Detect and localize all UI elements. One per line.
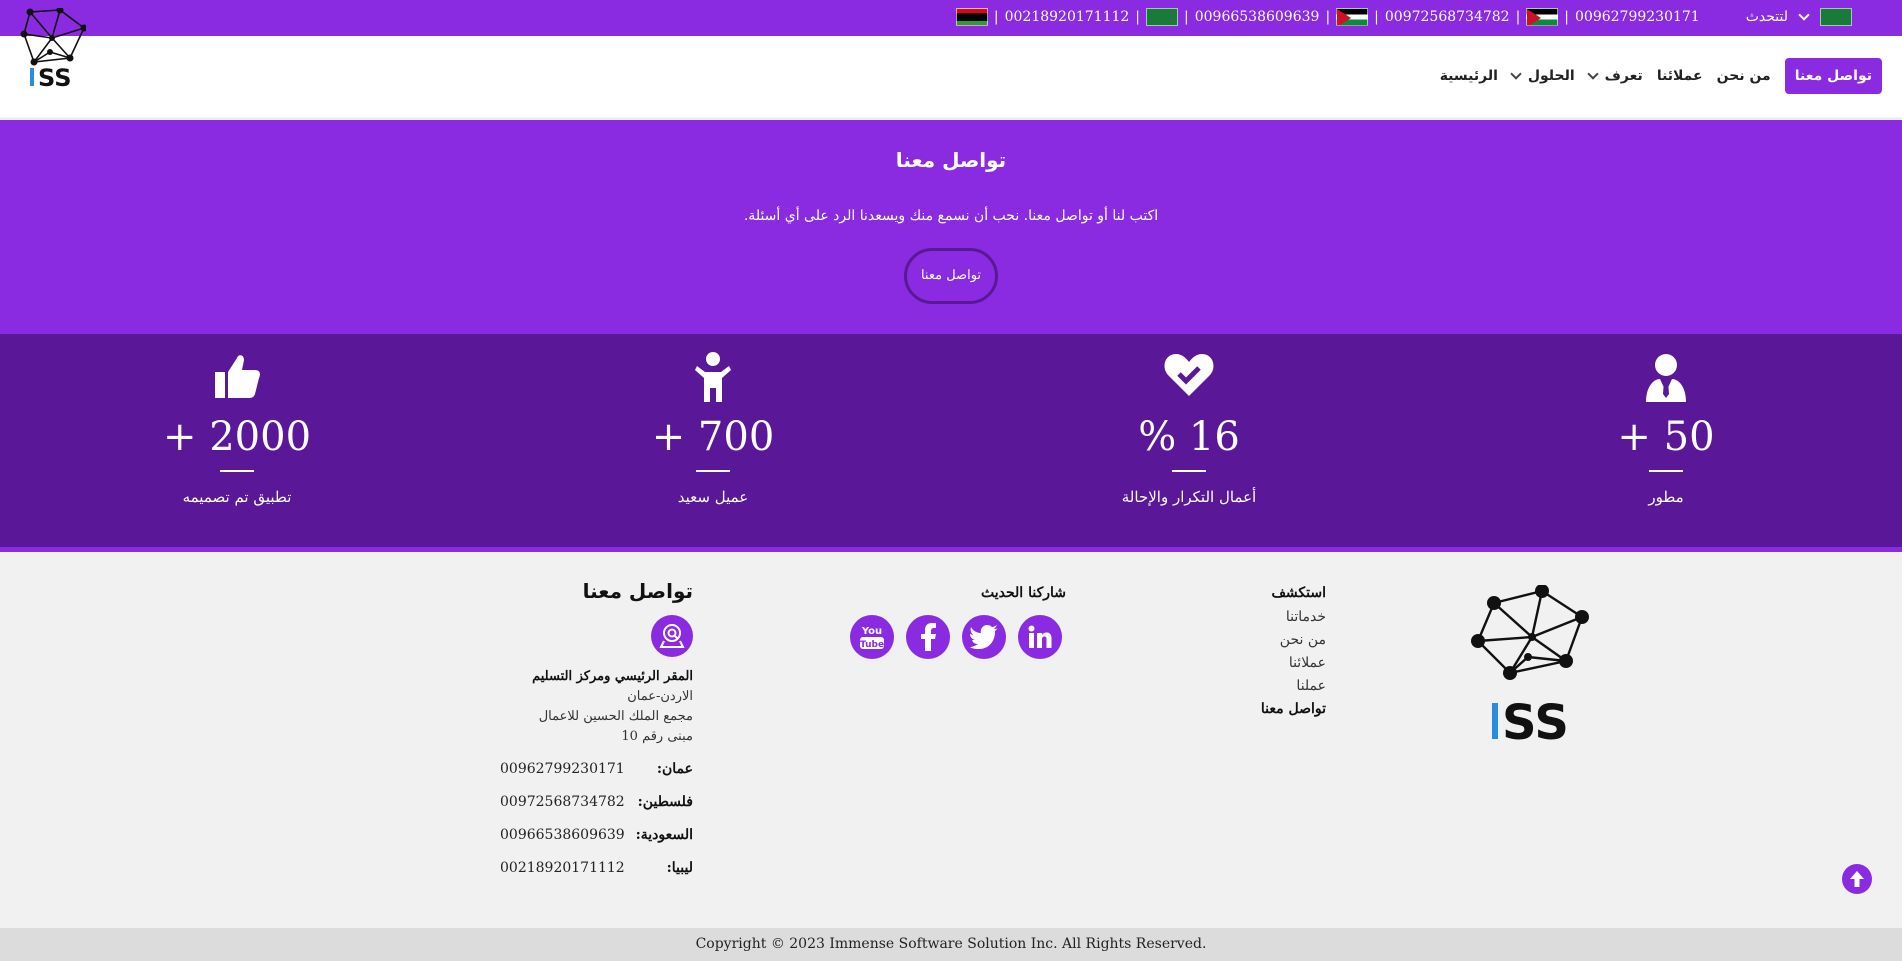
footer-contact: تواصل معنا المقر الرئيسي ومركز التسليم ا… — [500, 579, 693, 893]
linkedin-icon[interactable] — [1018, 615, 1062, 659]
nav-contact-button[interactable]: تواصل معنا — [1784, 58, 1882, 94]
address-title: المقر الرئيسي ومركز التسليم — [532, 669, 693, 684]
libya-flag-icon — [955, 8, 988, 26]
stat-value: % 16 — [1138, 414, 1240, 460]
phone-number[interactable]: 00966538609639 — [500, 827, 625, 843]
address-line: الاردن-عمان — [627, 689, 693, 704]
footer: SS استكشف خدماتنا من نحن عملائنا عملنا ت… — [0, 557, 1902, 928]
share-title: شاركنا الحديث — [981, 585, 1066, 601]
top-phones: لتتحدث 00962799230171 | | 00972568734782… — [955, 8, 1852, 26]
top-phone-jo[interactable]: 00962799230171 — [1575, 9, 1700, 25]
site-header: تواصل معنا من نحن عملائنا تعرف الحلول ال… — [0, 36, 1902, 120]
nav-solutions[interactable]: الحلول — [1510, 68, 1575, 84]
svg-text:Tube: Tube — [860, 640, 884, 650]
location-search-icon[interactable] — [651, 615, 693, 657]
nav-solutions-label: الحلول — [1527, 68, 1575, 84]
top-phone-ly[interactable]: 00218920171112 — [1005, 9, 1130, 25]
stat-repeat-business: % 16 أعمال التكرار والإحالة — [1089, 352, 1289, 506]
phone-number[interactable]: 00972568734782 — [500, 794, 625, 810]
chevron-down-icon — [1587, 68, 1599, 80]
footer-phones: عمان: 00962799230171 فلسطين: 00972568734… — [500, 761, 693, 893]
address-line: مبنى رقم 10 — [621, 729, 693, 744]
footer-link-contact[interactable]: تواصل معنا — [1261, 701, 1326, 717]
user-tie-icon — [1646, 354, 1686, 402]
chevron-down-icon[interactable] — [1798, 9, 1810, 21]
svg-text:SS: SS — [1502, 695, 1569, 745]
phone-row: فلسطين: 00972568734782 — [500, 794, 693, 827]
footer-link-work[interactable]: عملنا — [1261, 678, 1326, 694]
footer-contact-title: تواصل معنا — [582, 579, 693, 603]
contact-band-title: تواصل معنا — [895, 148, 1007, 172]
scroll-to-top-button[interactable] — [1842, 864, 1872, 894]
chevron-down-icon — [1510, 68, 1522, 80]
nav-about[interactable]: من نحن — [1717, 68, 1771, 84]
stat-developers: + 50 مطور — [1566, 352, 1766, 506]
youtube-icon[interactable]: You Tube — [850, 615, 894, 659]
palestine-flag-icon — [1336, 8, 1369, 26]
footer-link-clients[interactable]: عملائنا — [1261, 655, 1326, 671]
contact-band-button[interactable]: تواصل معنا — [904, 248, 998, 304]
stat-value: + 700 — [651, 414, 775, 460]
phone-row: عمان: 00962799230171 — [500, 761, 693, 794]
main-nav: تواصل معنا من نحن عملائنا تعرف الحلول ال… — [1440, 58, 1882, 94]
jordan-flag-icon — [1526, 8, 1559, 26]
phone-number[interactable]: 00218920171112 — [500, 860, 625, 876]
stat-label: عميل سعيد — [677, 488, 749, 506]
phone-country: ليبيا: — [666, 860, 693, 876]
stats-section: + 50 مطور % 16 أعمال التكرار والإحالة + … — [0, 334, 1902, 552]
stat-apps-designed: + 2000 تطبيق تم تصميمه — [137, 352, 337, 506]
stat-label: أعمال التكرار والإحالة — [1121, 488, 1257, 506]
footer-iss-logo[interactable]: SS — [1470, 585, 1590, 745]
svg-text:You: You — [861, 626, 882, 637]
address-line: مجمع الملك الحسين للاعمال — [538, 709, 693, 724]
footer-link-about[interactable]: من نحن — [1261, 632, 1326, 648]
stat-label: تطبيق تم تصميمه — [182, 488, 292, 506]
top-phone-ps[interactable]: 00972568734782 — [1385, 9, 1510, 25]
heart-check-icon — [1164, 354, 1214, 396]
explore-title: استكشف — [1271, 585, 1326, 601]
twitter-icon[interactable] — [962, 615, 1006, 659]
iss-logo[interactable]: SS — [20, 8, 86, 96]
nav-home[interactable]: الرئيسية — [1440, 68, 1498, 84]
thumbs-up-icon — [215, 355, 260, 398]
phone-row: السعودية: 00966538609639 — [500, 827, 693, 860]
arrow-up-icon — [1850, 871, 1864, 887]
nav-know[interactable]: تعرف — [1587, 68, 1643, 84]
top-bar: لتتحدث 00962799230171 | | 00972568734782… — [0, 0, 1902, 36]
contact-band: تواصل معنا اكتب لنا أو تواصل معنا. نحب أ… — [0, 120, 1902, 334]
facebook-icon[interactable] — [906, 615, 950, 659]
footer-share: شاركنا الحديث You Tube — [850, 585, 1066, 659]
phone-country: فلسطين: — [637, 794, 693, 810]
phone-number[interactable]: 00962799230171 — [500, 761, 625, 777]
footer-explore: استكشف خدماتنا من نحن عملائنا عملنا تواص… — [1261, 585, 1326, 724]
address-block: المقر الرئيسي ومركز التسليم الاردن-عمان … — [500, 667, 693, 747]
phone-country: السعودية: — [635, 827, 693, 843]
footer-link-services[interactable]: خدماتنا — [1261, 609, 1326, 625]
stat-value: + 2000 — [162, 414, 312, 460]
phone-row: ليبيا: 00218920171112 — [500, 860, 693, 893]
language-label[interactable]: لتتحدث — [1746, 9, 1788, 25]
top-phone-sa[interactable]: 00966538609639 — [1195, 9, 1320, 25]
contact-band-text: اكتب لنا أو تواصل معنا. نحب أن نسمع منك … — [743, 208, 1159, 224]
stat-label: مطور — [1648, 488, 1684, 506]
saudi-flag-icon — [1146, 8, 1179, 26]
svg-text:SS: SS — [38, 64, 72, 92]
copyright: Copyright © 2023 Immense Software Soluti… — [0, 928, 1902, 961]
nav-clients[interactable]: عملائنا — [1657, 68, 1703, 84]
social-links: You Tube — [850, 615, 1066, 659]
saudi-flag-icon[interactable] — [1820, 8, 1852, 26]
stat-happy-clients: + 700 عميل سعيد — [613, 352, 813, 506]
nav-know-label: تعرف — [1604, 68, 1643, 84]
child-icon — [695, 352, 731, 402]
phone-country: عمان: — [656, 761, 693, 777]
stat-value: + 50 — [1617, 414, 1715, 460]
